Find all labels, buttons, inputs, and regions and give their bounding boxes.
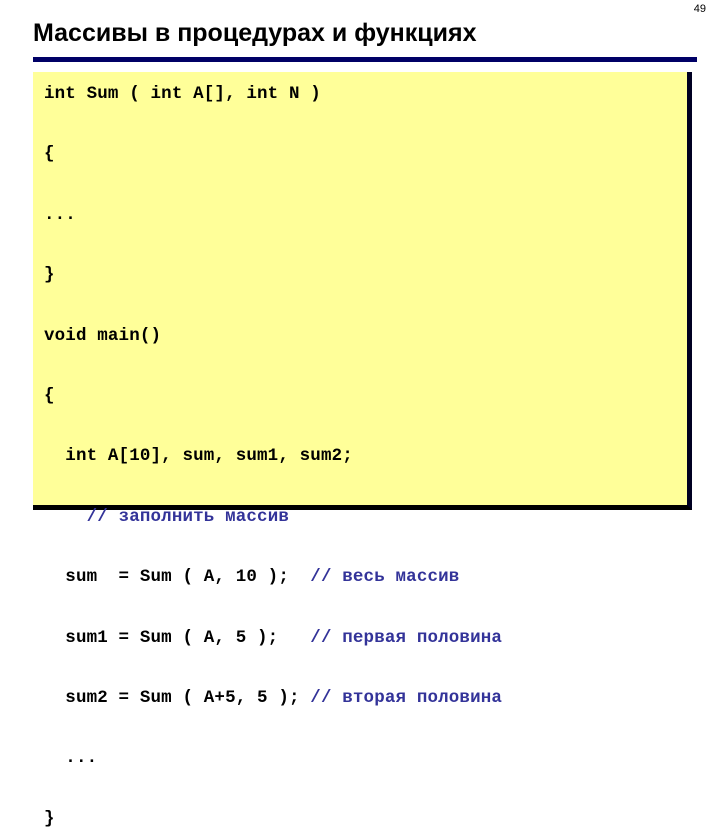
code-text: sum = Sum ( A, 10 ); xyxy=(44,567,311,588)
code-listing: int Sum ( int A[], int N ) { ... } void … xyxy=(44,79,502,834)
code-comment: // заполнить массив xyxy=(86,506,289,527)
code-line: sum2 = Sum ( A+5, 5 ); // вторая половин… xyxy=(44,683,502,713)
code-text: ... xyxy=(44,748,98,769)
code-text: ... xyxy=(44,204,76,225)
code-line: void main() xyxy=(44,321,502,351)
code-text: { xyxy=(44,386,55,407)
code-text: { xyxy=(44,144,55,165)
page-number: 49 xyxy=(693,3,706,15)
code-line: } xyxy=(44,804,502,834)
code-text: sum1 = Sum ( A, 5 ); xyxy=(44,627,311,648)
title-divider xyxy=(33,57,697,62)
page-title: Массивы в процедурах и функциях xyxy=(33,19,477,47)
code-text: int A[10], sum, sum1, sum2; xyxy=(44,446,353,467)
code-line: int A[10], sum, sum1, sum2; xyxy=(44,441,502,471)
code-comment: // первая половина xyxy=(310,627,503,648)
code-text: void main() xyxy=(44,325,162,346)
code-line: sum1 = Sum ( A, 5 ); // первая половина xyxy=(44,623,502,653)
code-line: sum = Sum ( A, 10 ); // весь массив xyxy=(44,562,502,592)
code-block-panel: int Sum ( int A[], int N ) { ... } void … xyxy=(33,72,692,829)
code-comment: // весь массив xyxy=(310,567,460,588)
code-text: int Sum ( int A[], int N ) xyxy=(44,84,321,104)
code-line: } xyxy=(44,260,502,290)
code-line: int Sum ( int A[], int N ) xyxy=(44,79,502,109)
code-line: { xyxy=(44,139,502,169)
code-text: } xyxy=(44,265,55,286)
code-line: ... xyxy=(44,743,502,773)
code-line: // заполнить массив xyxy=(44,502,502,532)
code-comment: // вторая половина xyxy=(310,688,503,709)
code-text: } xyxy=(44,808,55,829)
code-text: sum2 = Sum ( A+5, 5 ); xyxy=(44,688,311,709)
code-line: ... xyxy=(44,200,502,230)
code-line: { xyxy=(44,381,502,411)
